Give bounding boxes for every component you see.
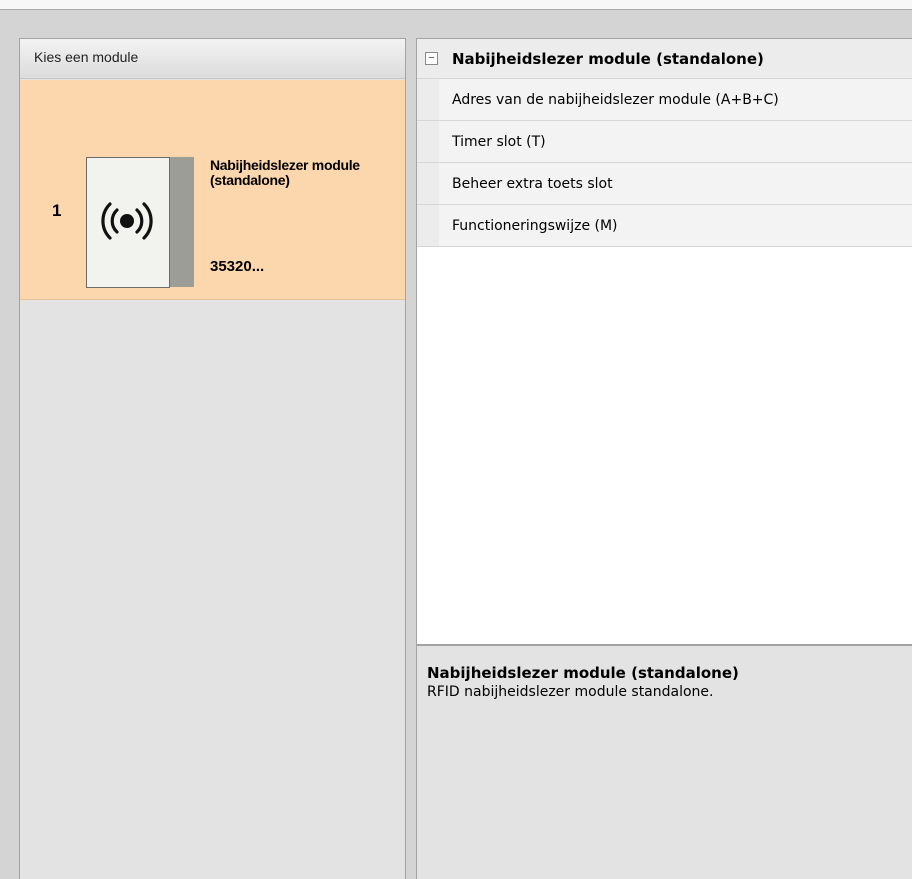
description-text: RFID nabijheidslezer module standalone. (427, 684, 714, 700)
module-item-selected[interactable]: 1 Nabijheidslezer module (standalone) 35… (20, 80, 405, 300)
module-name: Nabijheidslezer module (standalone) (210, 157, 360, 188)
module-list-header: Kies een module (20, 39, 405, 79)
category-title: Nabijheidslezer module (standalone) (452, 49, 764, 68)
property-label: Beheer extra toets slot (439, 163, 912, 204)
property-category[interactable]: − Nabijheidslezer module (standalone) (417, 39, 912, 79)
description-title: Nabijheidslezer module (standalone) (427, 664, 739, 682)
property-label: Adres van de nabijheidslezer module (A+B… (439, 79, 912, 120)
module-index: 1 (52, 201, 62, 220)
module-list-panel: Kies een module 1 Nabijheidslezer module… (19, 38, 406, 879)
device-side-shadow (167, 157, 194, 287)
property-label: Functioneringswijze (M) (439, 205, 912, 246)
property-row-mode[interactable]: Functioneringswijze (M) (417, 205, 912, 247)
module-code: 35320... (210, 258, 265, 275)
device-thumbnail (86, 157, 170, 288)
rfid-signal-icon (101, 202, 153, 240)
property-grid: − Nabijheidslezer module (standalone) Ad… (416, 38, 912, 645)
property-row-timer[interactable]: Timer slot (T) (417, 121, 912, 163)
description-pane: Nabijheidslezer module (standalone) RFID… (416, 645, 912, 879)
top-toolbar-strip (0, 0, 912, 10)
collapse-icon[interactable]: − (425, 52, 438, 65)
property-row-address[interactable]: Adres van de nabijheidslezer module (A+B… (417, 79, 912, 121)
property-row-extra-key[interactable]: Beheer extra toets slot (417, 163, 912, 205)
property-label: Timer slot (T) (439, 121, 912, 162)
